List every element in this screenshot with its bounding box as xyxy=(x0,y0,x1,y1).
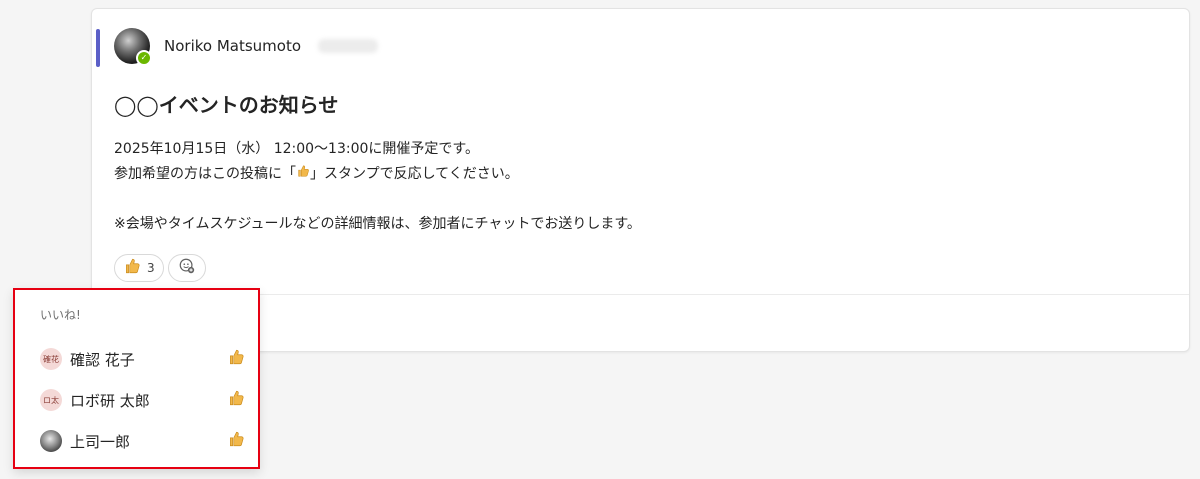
post-body: 2025年10月15日（水） 12:00〜13:00に開催予定です。 参加希望の… xyxy=(114,137,641,237)
reactor-name: 確認 花子 xyxy=(70,350,135,369)
reaction-count: 3 xyxy=(147,261,155,275)
reactor-row[interactable]: ロ太 ロボ研 太郎 xyxy=(40,386,245,414)
post-accent-bar xyxy=(96,29,100,67)
add-emoji-icon xyxy=(178,257,196,279)
post-body-blank-line xyxy=(114,187,641,212)
thumbs-up-icon xyxy=(123,257,141,279)
thumbs-up-icon xyxy=(227,348,245,370)
avatar: 確花 xyxy=(40,348,62,370)
thumbs-up-icon xyxy=(296,162,310,187)
popup-title: いいね! xyxy=(40,308,81,322)
avatar xyxy=(40,430,62,452)
body-line-2-suffix: 」スタンプで反応してください。 xyxy=(310,166,519,182)
thumbs-up-icon xyxy=(227,430,245,452)
author-avatar[interactable]: ✓ xyxy=(114,28,152,66)
reactor-row[interactable]: 上司一郎 xyxy=(40,427,245,455)
reactions-bar: 3 xyxy=(114,254,206,282)
teams-channel-view: ✓ Noriko Matsumoto ◯◯イベントのお知らせ 2025年10月1… xyxy=(0,0,1200,479)
author-name[interactable]: Noriko Matsumoto xyxy=(164,37,301,55)
thumbs-up-icon xyxy=(227,389,245,411)
post-body-line-2: 参加希望の方はこの投稿に「 」スタンプで反応してください。 xyxy=(114,162,641,187)
presence-available-icon: ✓ xyxy=(136,50,152,66)
timestamp-blurred xyxy=(318,39,378,53)
reactor-name: ロボ研 太郎 xyxy=(70,391,150,410)
post-body-line-1: 2025年10月15日（水） 12:00〜13:00に開催予定です。 xyxy=(114,141,479,157)
post-title: ◯◯イベントのお知らせ xyxy=(114,93,339,117)
add-reaction-button[interactable] xyxy=(167,254,206,282)
reaction-list-popup: いいね! 確花 確認 花子 ロ太 ロボ研 太郎 上司一郎 xyxy=(13,288,260,469)
avatar: ロ太 xyxy=(40,389,62,411)
post-body-line-3: ※会場やタイムスケジュールなどの詳細情報は、参加者にチャットでお送りします。 xyxy=(114,216,641,232)
reaction-like-button[interactable]: 3 xyxy=(114,254,164,282)
reactor-row[interactable]: 確花 確認 花子 xyxy=(40,345,245,373)
body-line-2-prefix: 参加希望の方はこの投稿に「 xyxy=(114,166,296,182)
reactor-name: 上司一郎 xyxy=(70,432,131,451)
